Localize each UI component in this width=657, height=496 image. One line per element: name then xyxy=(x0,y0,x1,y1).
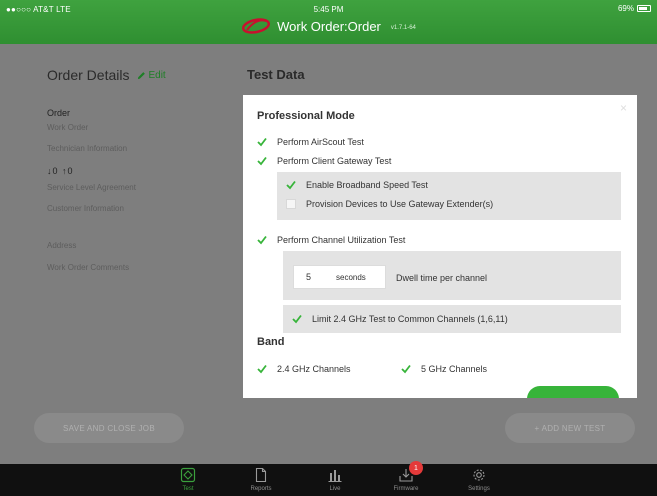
order-details-header: Order Details Edit xyxy=(47,67,166,83)
tab-bar: Test Reports Live Firmware 1 Settings xyxy=(0,461,657,496)
limit-24ghz-label: Limit 2.4 GHz Test to Common Channels (1… xyxy=(312,314,508,324)
checkmark-icon xyxy=(257,235,267,245)
edit-button[interactable]: Edit xyxy=(137,69,166,81)
tab-firmware-label: Firmware xyxy=(393,486,419,492)
dwell-label: Dwell time per channel xyxy=(396,273,488,283)
checkmark-icon xyxy=(257,156,267,166)
battery-icon xyxy=(637,5,651,12)
broadband-option[interactable]: Enable Broadband Speed Test xyxy=(286,180,428,190)
channel-utilization-label: Perform Channel Utilization Test xyxy=(277,235,406,245)
channel-utilization-option[interactable]: Perform Channel Utilization Test xyxy=(257,235,405,245)
test-data-title: Test Data xyxy=(247,67,305,82)
order-details-title: Order Details xyxy=(47,67,130,83)
battery-status: 69% xyxy=(618,4,651,13)
checkmark-icon xyxy=(257,137,267,147)
provision-option[interactable]: Provision Devices to Use Gateway Extende… xyxy=(286,199,493,209)
tab-live[interactable]: Live xyxy=(315,467,355,492)
band-24ghz-option[interactable]: 2.4 GHz Channels xyxy=(257,364,351,374)
dwell-time-input[interactable]: 5 seconds xyxy=(293,265,386,289)
provision-label: Provision Devices to Use Gateway Extende… xyxy=(306,199,494,209)
bar-chart-icon xyxy=(328,470,342,482)
sla-item[interactable]: Service Level Agreement xyxy=(47,183,136,192)
tab-test-label: Test xyxy=(182,486,194,492)
top-bar: ●●○○○ AT&T LTE 5:45 PM 69% Work Order:Or… xyxy=(0,0,657,44)
checkmark-icon xyxy=(292,314,302,324)
client-gateway-label: Perform Client Gateway Test xyxy=(277,156,392,166)
tab-reports-label: Reports xyxy=(250,486,272,492)
page-title: Work Order:Order xyxy=(277,18,381,34)
professional-mode-dialog: × Professional Mode Perform AirScout Tes… xyxy=(243,95,637,398)
tab-reports[interactable]: Reports xyxy=(241,467,281,492)
work-order-item[interactable]: Work Order xyxy=(47,123,88,132)
unchecked-box-icon xyxy=(286,199,296,209)
add-new-test-button[interactable]: + ADD NEW TEST xyxy=(505,413,635,443)
comments-item[interactable]: Work Order Comments xyxy=(47,263,129,272)
app-header: Work Order:Order v1.7.1-64 xyxy=(0,17,657,35)
document-icon xyxy=(255,467,267,483)
transfer-counter: ↓0 ↑0 xyxy=(47,166,74,176)
dwell-unit: seconds xyxy=(336,272,366,282)
save-and-close-button[interactable]: SAVE AND CLOSE JOB xyxy=(34,413,184,443)
airscout-option[interactable]: Perform AirScout Test xyxy=(257,137,364,147)
status-time: 5:45 PM xyxy=(313,5,344,14)
broadband-label: Enable Broadband Speed Test xyxy=(306,180,428,190)
run-test-button[interactable] xyxy=(527,386,619,398)
tab-live-label: Live xyxy=(329,486,341,492)
firmware-badge: 1 xyxy=(409,461,423,475)
client-gateway-option[interactable]: Perform Client Gateway Test xyxy=(257,156,391,166)
checkmark-icon xyxy=(286,180,296,190)
checkmark-icon xyxy=(257,364,267,374)
limit-subpanel: Limit 2.4 GHz Test to Common Channels (1… xyxy=(283,305,621,333)
limit-24ghz-option[interactable]: Limit 2.4 GHz Test to Common Channels (1… xyxy=(292,314,508,324)
dialog-title: Professional Mode xyxy=(257,110,355,122)
app-logo-icon xyxy=(242,18,271,34)
dwell-value: 5 xyxy=(306,272,312,282)
edit-label: Edit xyxy=(148,69,166,81)
tab-firmware[interactable]: Firmware 1 xyxy=(386,461,426,492)
version-label: v1.7.1-64 xyxy=(390,24,416,31)
address-item[interactable]: Address xyxy=(47,241,76,250)
tab-settings-label: Settings xyxy=(468,486,490,492)
order-details-panel: Order Details Edit Order Work Order Tech… xyxy=(0,44,228,464)
tab-settings[interactable]: Settings xyxy=(459,467,499,492)
airscout-label: Perform AirScout Test xyxy=(277,137,364,147)
order-item[interactable]: Order xyxy=(47,108,70,118)
band-5ghz-option[interactable]: 5 GHz Channels xyxy=(401,364,487,374)
customer-item[interactable]: Customer Information xyxy=(47,204,124,213)
gateway-subpanel: Enable Broadband Speed Test Provision De… xyxy=(277,172,621,220)
battery-percent: 69% xyxy=(617,4,634,13)
test-icon xyxy=(180,467,196,483)
tab-test[interactable]: Test xyxy=(168,467,208,492)
checkmark-icon xyxy=(401,364,411,374)
close-icon[interactable]: × xyxy=(620,101,627,115)
pencil-icon xyxy=(138,71,146,79)
band-24ghz-label: 2.4 GHz Channels xyxy=(277,364,351,374)
gear-icon xyxy=(473,469,485,481)
band-title: Band xyxy=(257,336,285,348)
band-5ghz-label: 5 GHz Channels xyxy=(421,364,488,374)
technician-item[interactable]: Technician Information xyxy=(47,144,127,153)
